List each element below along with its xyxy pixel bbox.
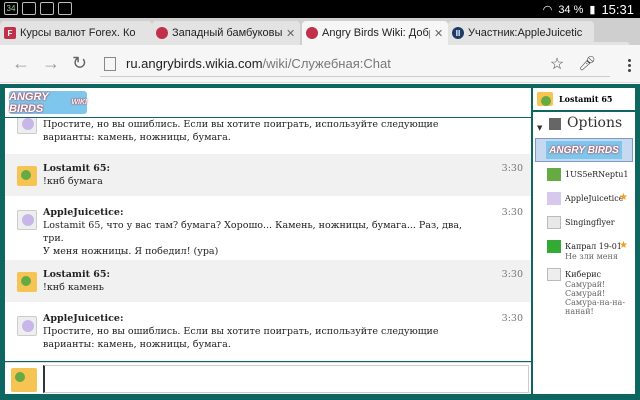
microphone-icon[interactable]: 🎤︎ [578,55,596,72]
notification-badge-icon: 34 [4,2,18,15]
user-name: AppleJuicetice [565,194,624,203]
chat-message: AppleJuicetice: 3:30 Lostamit 65, что у … [5,198,531,258]
tab-title: Angry Birds Wiki: Добро [322,27,430,39]
message-author[interactable]: AppleJuicetice: [43,206,123,219]
forward-arrow-icon[interactable]: → [42,53,60,74]
overflow-menu-icon[interactable] [628,59,631,62]
url-text[interactable]: ru.angrybirds.wikia.com/wiki/Служебная:C… [126,56,550,71]
download-notification-icon [58,2,72,15]
user-list-item[interactable]: Singingflyer [533,216,635,236]
chat-message-input[interactable] [43,365,529,393]
message-text: !кнб бумага [43,176,103,187]
battery-icon: ▮ [589,4,596,16]
message-time: 3:30 [501,269,523,280]
app-notification-icon [22,2,36,15]
options-toggle[interactable]: ▼ Options [533,114,635,134]
triangle-down-icon: ▼ [537,124,543,132]
user-list-item[interactable]: 1US5eRNeptu1 [533,168,635,188]
tab-forex[interactable]: F Курсы валют Forex. Ко [0,21,152,45]
tab-favicon-icon: F [4,27,16,39]
message-text: Простите, но вы ошиблись. Если вы хотите… [43,119,439,143]
tab-title: Западный бамбуковый [172,27,282,39]
chat-message: AppleJuicetice: 3:30 Простите, но вы оши… [5,304,531,361]
message-text: Lostamit 65, что у вас там? бумага? Хоро… [43,220,463,257]
message-time: 3:30 [501,313,523,324]
avatar [547,192,561,205]
avatar [537,92,553,106]
tab-bamboo[interactable]: Западный бамбуковый ✕ [152,21,300,45]
message-time: 3:30 [501,163,523,174]
tab-angry-birds-wiki[interactable]: Angry Birds Wiki: Добро ✕ [302,21,448,45]
user-list-item[interactable]: Капрал 19-01 Не зли меня ★ [533,240,635,264]
browser-tab-strip: F Курсы валют Forex. Ко Западный бамбуко… [0,18,640,58]
bookmark-star-icon[interactable]: ☆ [550,54,564,74]
chat-header: ANGRY BIRDS WIKI [5,88,531,117]
wifi-icon: ◠ [542,4,553,16]
avatar[interactable] [17,272,37,292]
system-status-bar: 34 ◠ 34 % ▮ 15:31 [0,0,640,18]
chat-message: Простите, но вы ошиблись. Если вы хотите… [5,118,531,152]
avatar[interactable] [17,118,37,134]
message-text: Простите, но вы ошиблись. Если вы хотите… [43,326,439,350]
chat-message: Lostamit 65: 3:30 !кнб камень [5,260,531,302]
message-time: 3:30 [501,207,523,218]
browser-toolbar: ← → ↻ ru.angrybirds.wikia.com/wiki/Служе… [0,45,640,83]
options-icon [549,118,561,130]
image-notification-icon [40,2,54,15]
tab-favicon-icon [156,27,168,39]
message-author[interactable]: Lostamit 65: [43,268,110,281]
my-avatar [11,368,37,392]
avatar [547,268,561,281]
room-logo: ANGRY BIRDS [546,141,622,159]
clock: 15:31 [601,2,634,17]
notification-icons: 34 [4,2,72,15]
message-text: !кнб камень [43,282,104,293]
avatar [547,168,561,181]
close-tab-icon[interactable]: ✕ [286,27,296,40]
avatar [547,240,561,253]
star-icon: ★ [619,192,628,203]
user-list-item[interactable]: AppleJuicetice ★ [533,192,635,212]
message-author[interactable]: Lostamit 65: [43,162,110,175]
tab-user-applejuicetic[interactable]: II Участник:AppleJuicetic [448,21,594,45]
chat-page: ANGRY BIRDS WIKI Простите, но вы ошиблись… [0,84,640,400]
room-item-main[interactable]: ANGRY BIRDS [535,138,633,162]
avatar[interactable] [17,166,37,186]
avatar [547,216,561,229]
user-name: Киберис [565,270,602,279]
back-arrow-icon[interactable]: ← [12,53,30,74]
user-status: Самурай! Самурай! Самура-на-на-нанай! [565,280,626,316]
chat-message: Lostamit 65: 3:30 !кнб бумага [5,154,531,196]
page-icon [104,56,116,71]
chat-message-list[interactable]: Простите, но вы ошиблись. Если вы хотите… [5,118,531,361]
address-bar[interactable]: ru.angrybirds.wikia.com/wiki/Служебная:C… [100,51,610,77]
options-label: Options [567,115,623,131]
reload-icon[interactable]: ↻ [72,53,87,74]
avatar[interactable] [17,210,37,230]
chat-sidebar: Lostamit 65 ▼ Options ANGRY BIRDS 1US5eR… [533,88,635,394]
avatar[interactable] [17,316,37,336]
tab-title: Участник:AppleJuicetic [468,27,583,39]
user-status: Не зли меня [565,252,618,261]
battery-level: 34 % [558,3,584,16]
wiki-logo[interactable]: ANGRY BIRDS WIKI [9,91,87,115]
user-list-item[interactable]: Киберис Самурай! Самурай! Самура-на-на-н… [533,268,635,316]
tab-favicon-icon [306,27,318,39]
tab-title: Курсы валют Forex. Ко [20,27,136,39]
user-name: 1US5eRNeptu1 [565,170,629,179]
user-name: Singingflyer [565,218,615,227]
tab-favicon-icon: II [452,27,464,39]
close-tab-icon[interactable]: ✕ [434,27,444,40]
current-user-name: Lostamit 65 [559,94,613,104]
system-indicators: ◠ 34 % ▮ 15:31 [543,2,634,17]
message-author[interactable]: AppleJuicetice: [43,312,123,325]
current-user[interactable]: Lostamit 65 [533,88,635,112]
star-icon: ★ [619,240,628,251]
user-name: Капрал 19-01 [565,242,622,251]
chat-input-bar [5,362,531,394]
